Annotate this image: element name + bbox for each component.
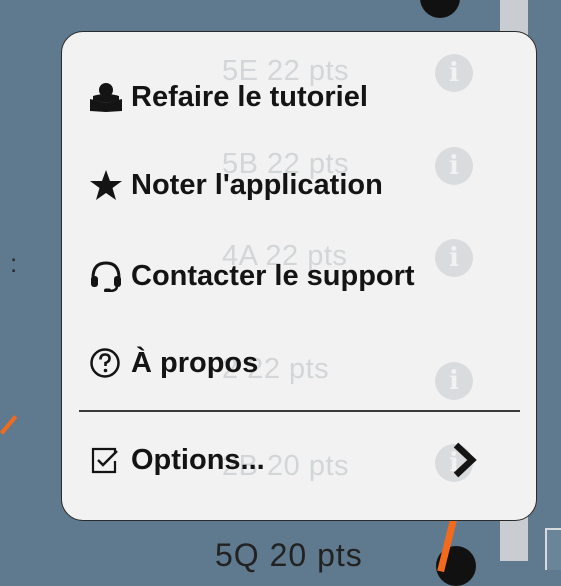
ghost-info-icon: i [435, 54, 473, 92]
menu-item-label: Noter l'application [131, 168, 383, 201]
headset-icon [89, 260, 131, 292]
user-reading-icon [89, 81, 131, 113]
menu-item-about[interactable]: À propos [89, 343, 258, 383]
ghost-info-icon: i [435, 239, 473, 277]
menu-item-label: Refaire le tutoriel [131, 80, 368, 113]
menu-item-redo-tutorial[interactable]: Refaire le tutoriel [89, 77, 368, 117]
annotation-arrow-left [0, 415, 18, 435]
ghost-info-icon: i [435, 147, 473, 185]
background-checkbox [545, 528, 561, 570]
menu-item-label: Options... [131, 443, 265, 476]
menu-item-label: Contacter le support [131, 259, 415, 292]
checkbox-icon [89, 444, 131, 476]
chevron-right-icon[interactable] [450, 440, 480, 480]
menu-item-options[interactable]: Options... [89, 440, 265, 480]
ghost-info-icon: i [435, 362, 473, 400]
background-list-row-text: 5Q 20 pts [215, 537, 363, 573]
menu-item-label: À propos [131, 346, 259, 379]
background-info-icon [420, 0, 460, 18]
context-menu: 5E 22 pts i 5B 22 pts i 4A 22 pts i 2 22… [61, 31, 537, 521]
menu-item-rate-app[interactable]: Noter l'application [89, 165, 383, 205]
star-icon [89, 169, 131, 201]
question-circle-icon [89, 347, 131, 379]
menu-divider [79, 410, 520, 412]
background-left-mark: : [10, 248, 18, 278]
menu-item-contact-support[interactable]: Contacter le support [89, 256, 415, 296]
